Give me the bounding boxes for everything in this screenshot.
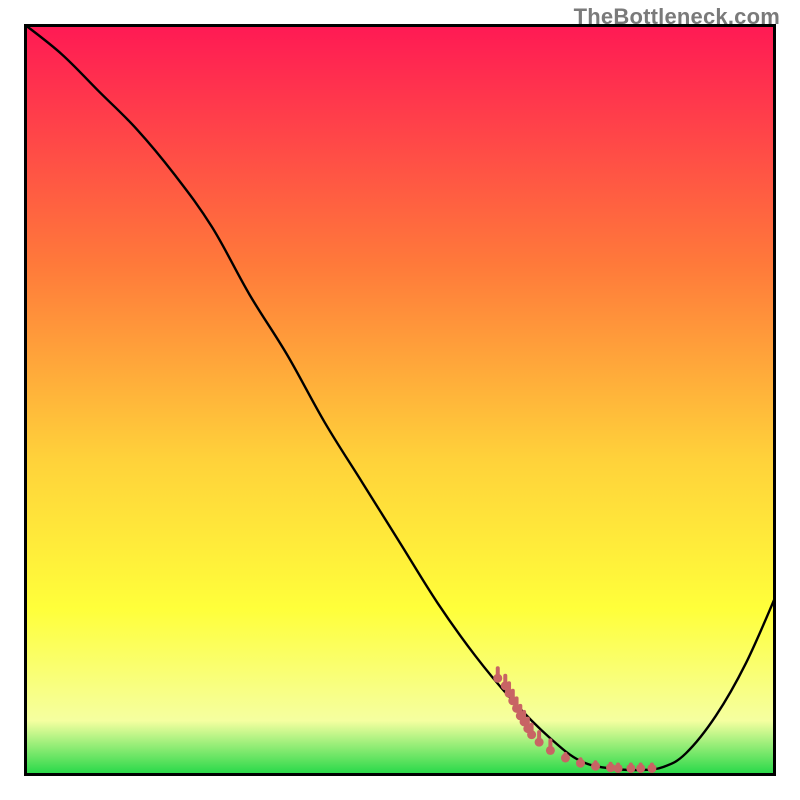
- marker-dot: [636, 764, 645, 773]
- marker-dot: [614, 764, 623, 773]
- chart-stage: TheBottleneck.com: [0, 0, 800, 800]
- bottleneck-chart: [24, 24, 776, 776]
- marker-dot: [626, 764, 635, 773]
- marker-dot: [647, 764, 656, 773]
- marker-dot: [576, 759, 585, 768]
- marker-dot: [493, 674, 502, 683]
- chart-background: [27, 27, 773, 773]
- marker-dot: [535, 738, 544, 747]
- marker-dot: [591, 762, 600, 771]
- marker-dot: [527, 730, 536, 739]
- marker-dot: [546, 746, 555, 755]
- marker-dot: [561, 753, 570, 762]
